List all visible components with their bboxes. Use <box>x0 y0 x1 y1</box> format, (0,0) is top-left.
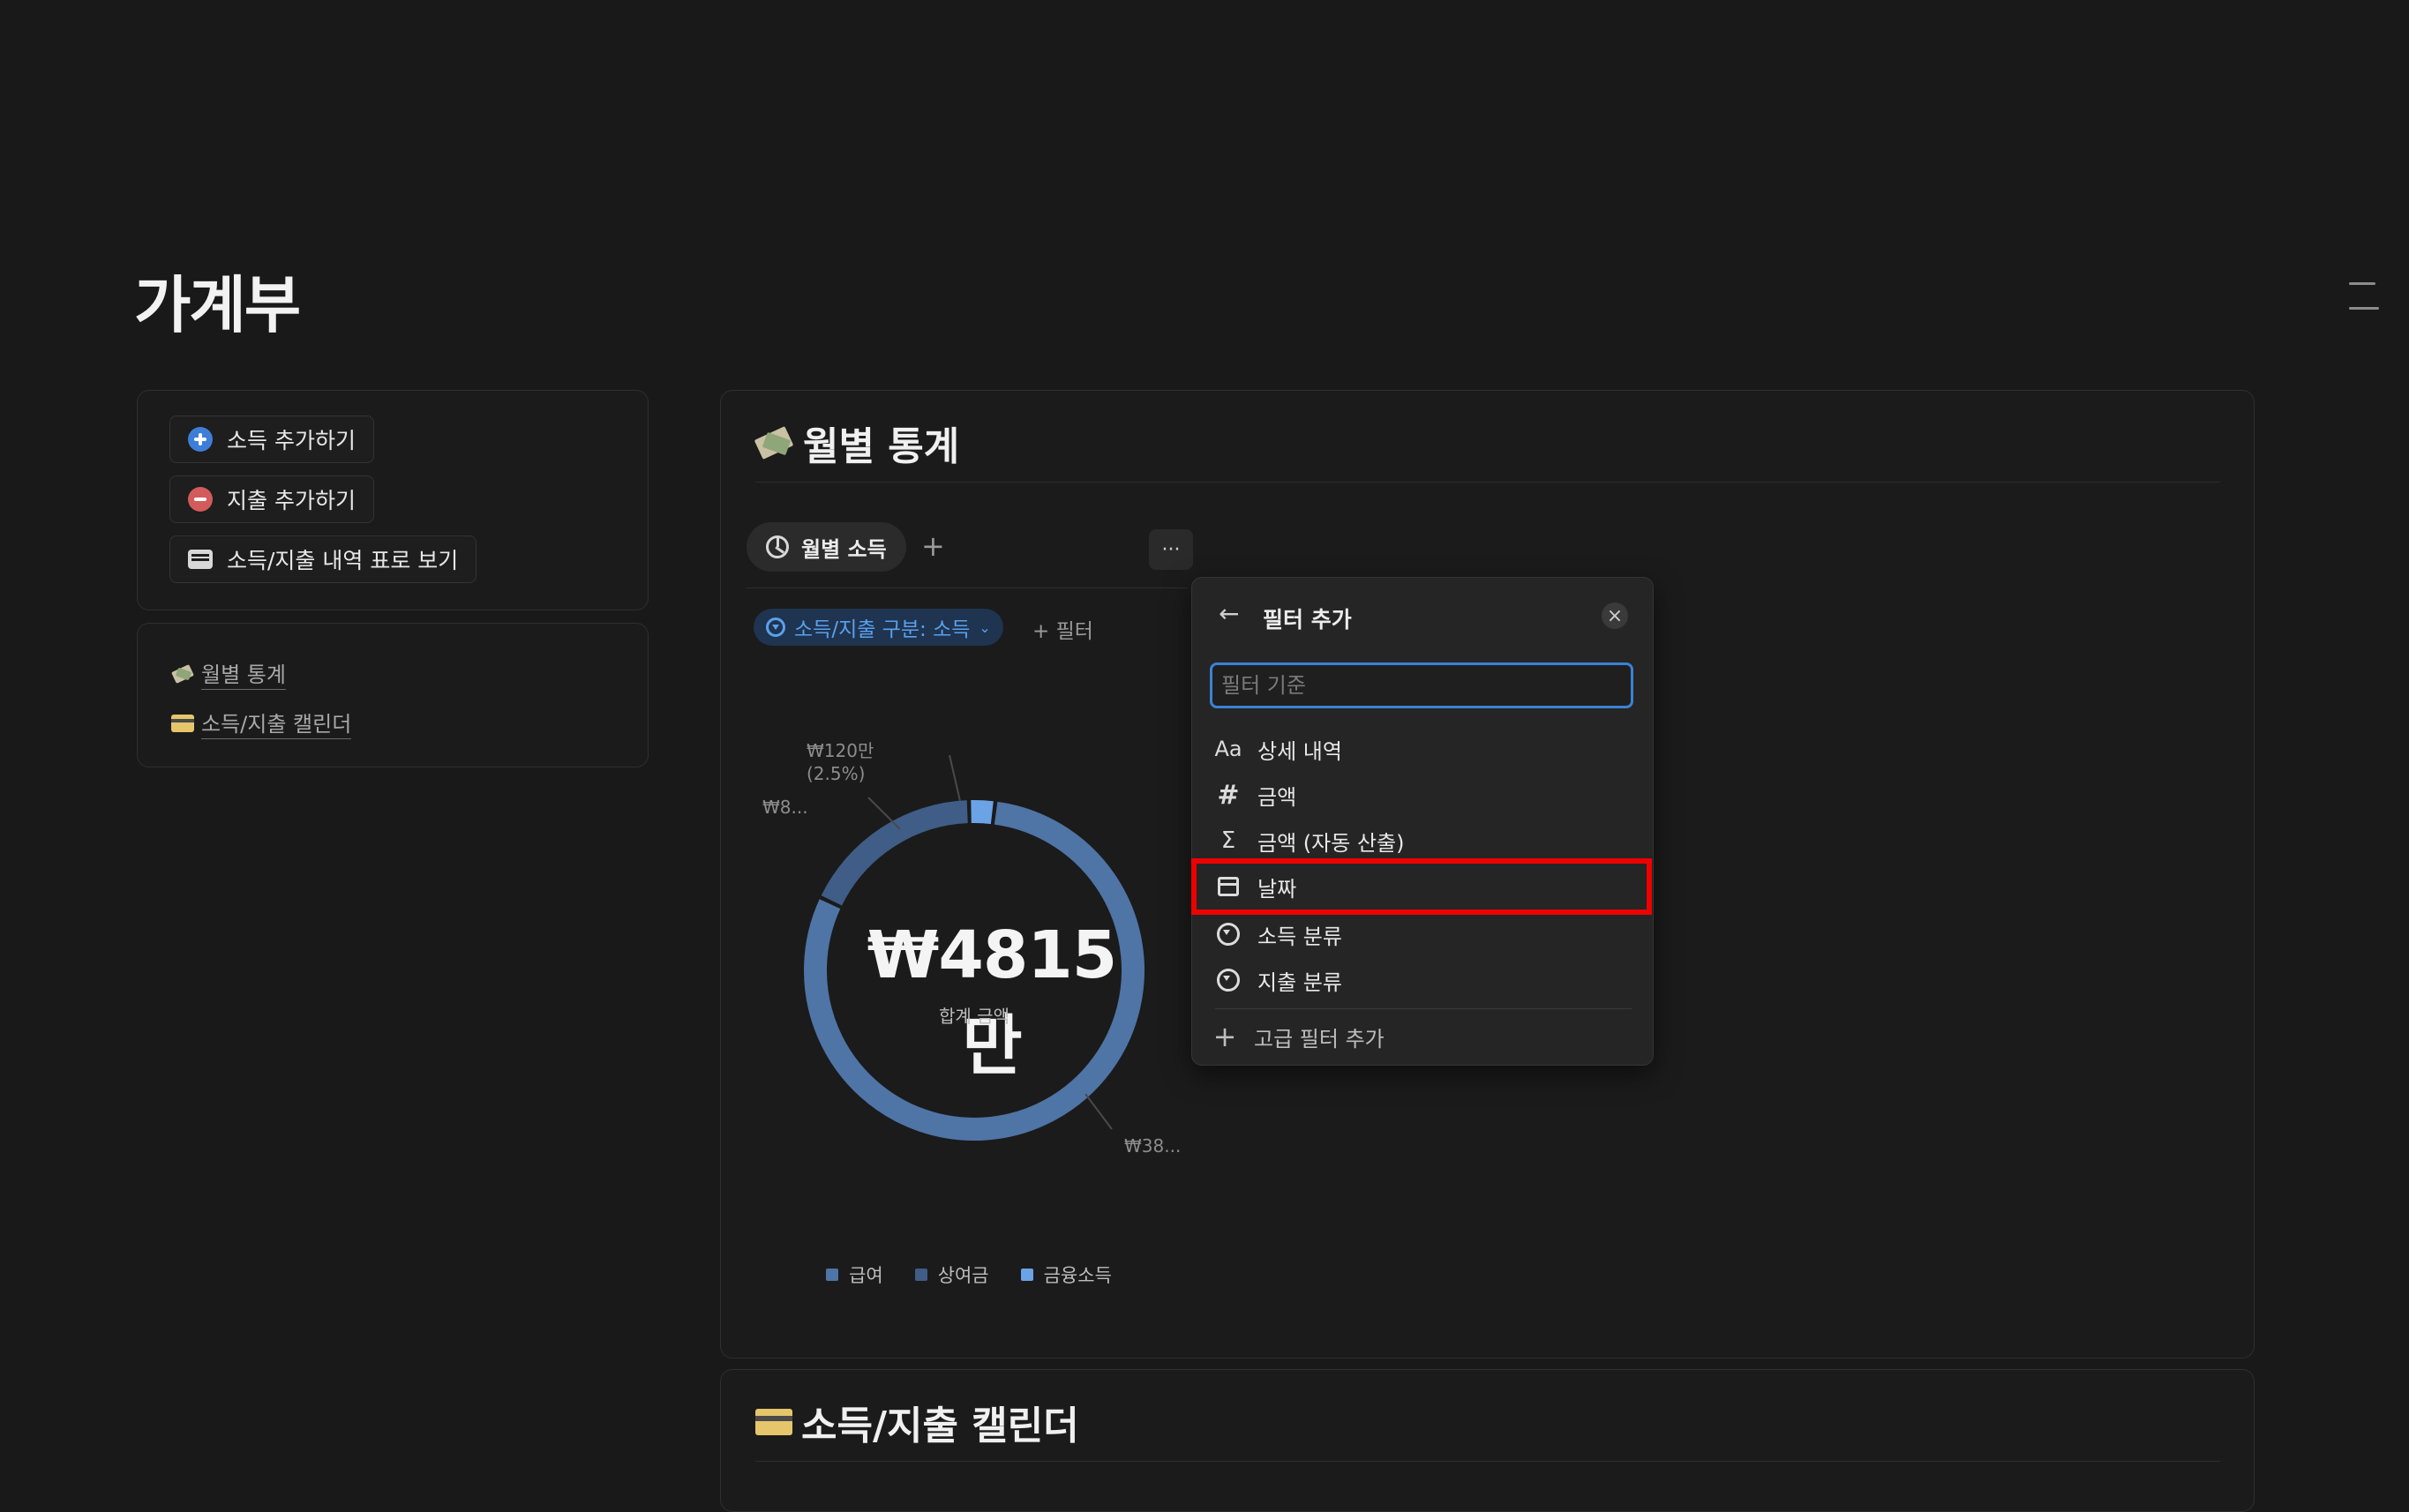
chevron-down-icon: ⌄ <box>979 618 991 636</box>
view-table-label: 소득/지출 내역 표로 보기 <box>227 548 459 573</box>
select-icon <box>1217 923 1240 946</box>
toc-link-calendar-label: 소득/지출 캘린더 <box>201 707 352 739</box>
add-expense-label: 지출 추가하기 <box>227 488 356 513</box>
filter-option-expense-category[interactable]: 지출 분류 <box>1215 961 1342 999</box>
calendar-divider <box>755 1461 2220 1462</box>
tab-monthly-income-label: 월별 소득 <box>801 536 887 562</box>
select-icon-wrap <box>1215 921 1242 947</box>
money-wings-icon <box>755 427 794 459</box>
legend-label: 금융소득 <box>1043 1265 1112 1286</box>
filter-option-income-category[interactable]: 소득 분류 <box>1215 915 1342 954</box>
donut-slice-1[interactable] <box>821 800 968 906</box>
add-advanced-filter-button[interactable]: + 고급 필터 추가 <box>1212 1017 1385 1056</box>
stats-title: 월별 통계 <box>803 424 960 469</box>
calendar-heading: 소득/지출 캘린더 <box>755 1394 1079 1450</box>
legend-swatch <box>1020 1269 1033 1281</box>
sigma-icon: Σ <box>1220 827 1236 854</box>
stats-divider <box>755 482 2220 483</box>
callout-left: ₩8... <box>762 797 808 818</box>
legend-item[interactable]: 금융소득 <box>1020 1261 1112 1288</box>
view-table-button[interactable]: 소득/지출 내역 표로 보기 <box>169 535 477 583</box>
filter-option-label: 금액 <box>1257 784 1297 810</box>
legend-item[interactable]: 상여금 <box>914 1261 989 1288</box>
close-button[interactable]: × <box>1602 603 1628 629</box>
callout-top-percent: (2.5%) <box>807 763 866 784</box>
back-arrow-icon[interactable]: ← <box>1219 599 1239 628</box>
number-property-icon: # <box>1217 779 1240 811</box>
more-options-button[interactable]: ··· <box>1149 529 1193 570</box>
donut-center-caption: 합계 금액 <box>939 1006 1009 1027</box>
plus-icon: + <box>1212 1020 1237 1053</box>
outline-menu-icon[interactable] <box>2349 279 2379 311</box>
add-income-button[interactable]: 소득 추가하기 <box>169 415 374 463</box>
advanced-filter-label: 고급 필터 추가 <box>1254 1026 1385 1052</box>
tab-monthly-income[interactable]: 월별 소득 <box>747 522 906 572</box>
select-icon-wrap <box>1215 967 1242 993</box>
filter-option-details[interactable]: Aa 상세 내역 <box>1214 730 1342 768</box>
credit-card-emoji-icon <box>755 1409 792 1435</box>
actions-card: 소득 추가하기 지출 추가하기 소득/지출 내역 표로 보기 <box>137 390 649 610</box>
toc-link-calendar[interactable]: 소득/지출 캘린더 <box>171 707 352 739</box>
credit-card-icon <box>188 550 213 569</box>
filter-chip-income-type[interactable]: 소득/지출 구분: 소득 ⌄ <box>754 609 1003 646</box>
minus-circle-icon <box>188 487 213 512</box>
toc-link-stats-label: 월별 통계 <box>201 657 286 690</box>
legend-label: 상여금 <box>937 1265 989 1286</box>
callout-bottom: ₩38... <box>1124 1135 1182 1156</box>
toc-link-stats[interactable]: 월별 통계 <box>171 657 286 690</box>
select-icon <box>1217 969 1240 992</box>
pie-chart-icon <box>766 535 789 558</box>
legend-swatch <box>826 1269 838 1281</box>
stats-heading: 월별 통계 <box>755 415 959 471</box>
legend-item[interactable]: 급여 <box>826 1261 883 1288</box>
filter-search-input[interactable] <box>1210 662 1633 708</box>
calendar-title: 소득/지출 캘린더 <box>801 1403 1079 1448</box>
filter-menu-title: 필터 추가 <box>1263 607 1352 632</box>
chart-legend: 급여 상여금 금융소득 <box>826 1261 1112 1288</box>
add-income-label: 소득 추가하기 <box>227 428 356 453</box>
legend-swatch <box>914 1269 927 1281</box>
close-icon: × <box>1606 604 1624 627</box>
add-filter-menu: ← 필터 추가 × Aa 상세 내역 # 금액 Σ 금액 (자동 산출) 날짜 … <box>1191 577 1654 1066</box>
filter-chip-label: 소득/지출 구분: 소득 <box>794 618 971 641</box>
filter-option-label: 상세 내역 <box>1257 738 1342 764</box>
menu-divider <box>1215 1008 1632 1009</box>
add-expense-button[interactable]: 지출 추가하기 <box>169 475 374 523</box>
callout-top-value: ₩120만 <box>807 740 874 761</box>
select-property-icon <box>766 618 785 637</box>
filter-option-label: 지출 분류 <box>1257 969 1342 995</box>
filter-option-amount[interactable]: # 금액 <box>1215 775 1296 814</box>
filter-option-amount-auto[interactable]: Σ 금액 (자동 산출) <box>1215 821 1405 860</box>
leader-line-1 <box>867 797 901 830</box>
plus-circle-icon <box>188 427 213 452</box>
filter-option-label: 금액 (자동 산출) <box>1257 830 1405 856</box>
leader-line-2 <box>1084 1093 1113 1130</box>
text-property-icon: Aa <box>1214 737 1242 761</box>
selection-highlight-box <box>1191 858 1652 915</box>
page-title: 가계부 <box>134 269 301 341</box>
add-view-button[interactable]: + <box>921 529 945 563</box>
leader-line-0 <box>949 754 961 802</box>
money-wings-icon <box>171 664 194 684</box>
credit-card-emoji-icon <box>171 714 194 732</box>
filter-option-label: 소득 분류 <box>1257 924 1342 949</box>
legend-label: 급여 <box>849 1265 883 1286</box>
toc-card: 월별 통계 소득/지출 캘린더 <box>137 623 649 767</box>
add-filter-button[interactable]: + 필터 <box>1032 614 1093 644</box>
more-icon: ··· <box>1161 538 1181 561</box>
